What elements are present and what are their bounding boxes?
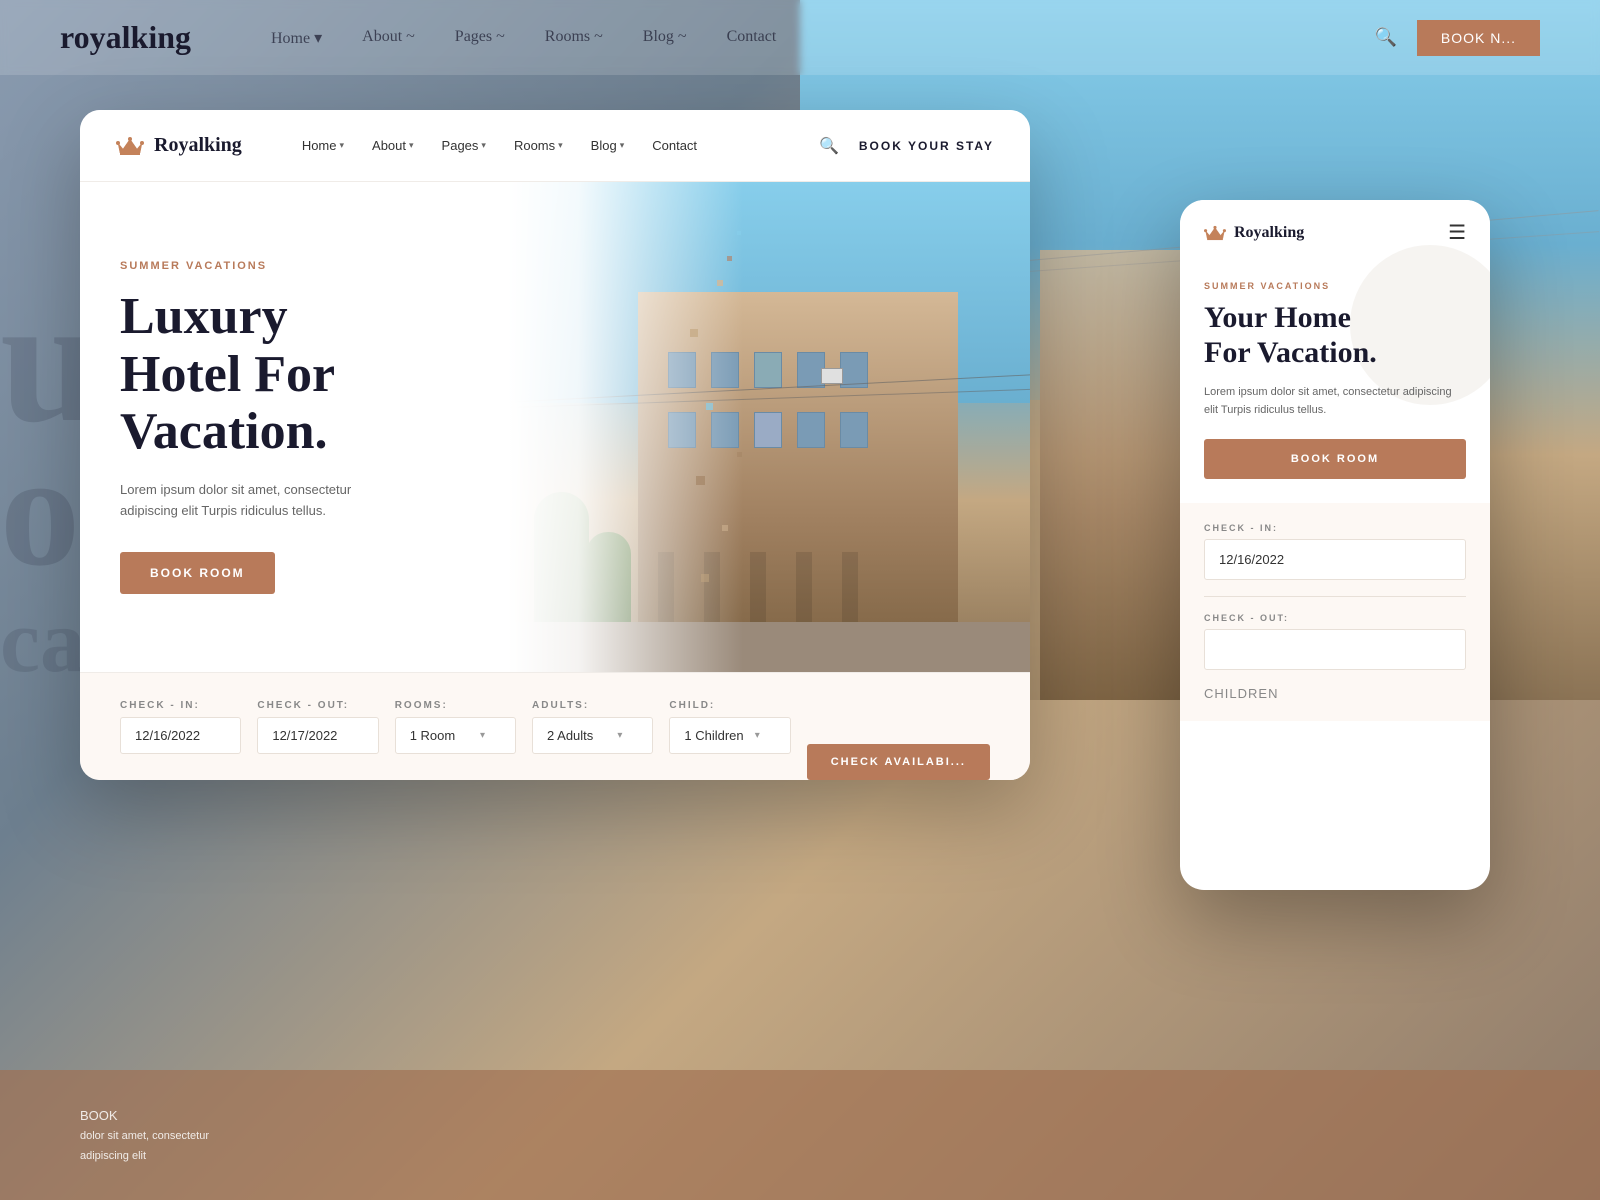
- crown-icon: [116, 135, 144, 157]
- bg-nav-contact: Contact: [727, 28, 777, 48]
- desktop-nav-home[interactable]: Home ▾: [302, 138, 344, 153]
- child-label: CHILD:: [669, 700, 790, 711]
- bg-search-icon: 🔍: [1374, 27, 1396, 48]
- pixel-6: [722, 525, 728, 531]
- children-label: Children: [1204, 686, 1466, 701]
- pixel-2: [690, 329, 698, 337]
- bg-subtitle-text: ca: [0, 590, 85, 693]
- mobile-checkout-field: CHECK - OUT:: [1204, 613, 1466, 670]
- desktop-hero-title: LuxuryHotel ForVacation.: [120, 288, 515, 460]
- bg-nav-links: Home ▾ About ~ Pages ~ Rooms ~ Blog ~ Co…: [271, 28, 1374, 48]
- adults-label: ADULTS:: [532, 700, 653, 711]
- desktop-nav-pages[interactable]: Pages ▾: [442, 138, 486, 153]
- checkin-input[interactable]: [120, 717, 241, 754]
- window-9: [797, 412, 825, 448]
- desktop-logo-area: Royalking: [116, 134, 242, 157]
- child-field: CHILD: 1 Children ▾: [669, 700, 790, 754]
- mobile-booking-section: CHECK - IN: CHECK - OUT: Children: [1180, 503, 1490, 721]
- mobile-logo-text: Royalking: [1234, 224, 1304, 242]
- checkout-label: CHECK - OUT:: [257, 700, 378, 711]
- desktop-book-room-button[interactable]: BOOK ROOM: [120, 552, 275, 594]
- mobile-hero-section: SUMMER VACATIONS Your HomeFor Vacation. …: [1180, 265, 1490, 503]
- desktop-search-icon[interactable]: 🔍: [819, 136, 839, 156]
- rooms-field: ROOMS: 1 Room ▾: [395, 700, 516, 754]
- checkout-input[interactable]: [257, 717, 378, 754]
- pixel-5: [696, 476, 705, 485]
- checkin-field: CHECK - IN:: [120, 700, 241, 754]
- bg-navbar: royalking Home ▾ About ~ Pages ~ Rooms ~…: [0, 0, 1600, 75]
- bg-bottom-text: BOOKdolor sit amet, consecteturadipiscin…: [80, 1106, 209, 1165]
- checkin-label: CHECK - IN:: [120, 700, 241, 711]
- mobile-checkin-field: CHECK - IN:: [1204, 523, 1466, 580]
- mobile-logo-area: Royalking: [1204, 224, 1304, 242]
- bg-nav-rooms: Rooms ~: [545, 28, 603, 48]
- child-select[interactable]: 1 Children ▾: [669, 717, 790, 754]
- pixel-3: [727, 256, 732, 261]
- child-chevron-icon: ▾: [755, 730, 760, 741]
- pixel-4: [706, 403, 713, 410]
- mobile-crown-icon: [1204, 224, 1226, 242]
- pixel-1: [717, 280, 723, 286]
- bg-logo-text: royalking: [60, 19, 191, 56]
- mobile-mockup-card: Royalking ☰ SUMMER VACATIONS Your HomeFo…: [1180, 200, 1490, 890]
- desktop-book-stay-button[interactable]: BOOK YOUR STAY: [859, 139, 994, 153]
- mobile-checkout-input[interactable]: [1204, 629, 1466, 670]
- desktop-nav-about[interactable]: About ▾: [372, 138, 414, 153]
- adults-field: ADULTS: 2 Adults ▾: [532, 700, 653, 754]
- desktop-card-hero: SUMMER VACATIONS LuxuryHotel ForVacation…: [80, 182, 1030, 672]
- desktop-nav-links: Home ▾ About ▾ Pages ▾ Rooms ▾ Blog ▾ Co…: [302, 138, 819, 153]
- window-3: [754, 352, 782, 388]
- window-10: [840, 412, 868, 448]
- pixel-7: [701, 574, 709, 582]
- mobile-checkin-input[interactable]: [1204, 539, 1466, 580]
- desktop-summer-tag: SUMMER VACATIONS: [120, 260, 515, 272]
- cable-car: [821, 368, 843, 384]
- window-8: [754, 412, 782, 448]
- desktop-nav-rooms[interactable]: Rooms ▾: [514, 138, 563, 153]
- mobile-checkin-label: CHECK - IN:: [1204, 523, 1466, 533]
- mobile-hero-title: Your HomeFor Vacation.: [1204, 301, 1466, 370]
- desktop-hero-description: Lorem ipsum dolor sit amet, consectetur …: [120, 480, 400, 522]
- rooms-label: ROOMS:: [395, 700, 516, 711]
- mobile-hero-content: SUMMER VACATIONS Your HomeFor Vacation. …: [1204, 265, 1466, 479]
- mobile-menu-icon[interactable]: ☰: [1448, 220, 1466, 245]
- mobile-checkout-label: CHECK - OUT:: [1204, 613, 1466, 623]
- desktop-booking-bar: CHECK - IN: CHECK - OUT: ROOMS: 1 Room ▾…: [80, 672, 1030, 780]
- desktop-logo-text: Royalking: [154, 134, 242, 157]
- bg-nav-home: Home ▾: [271, 28, 322, 48]
- mobile-summer-tag: SUMMER VACATIONS: [1204, 281, 1466, 291]
- rooms-select[interactable]: 1 Room ▾: [395, 717, 516, 754]
- desktop-mockup-card: Royalking Home ▾ About ▾ Pages ▾ Rooms ▾…: [80, 110, 1030, 780]
- adults-chevron-icon: ▾: [617, 730, 622, 741]
- check-availability-button[interactable]: CHECK AVAILABI...: [807, 744, 990, 780]
- mobile-divider: [1204, 596, 1466, 597]
- bg-bottom-bar: BOOKdolor sit amet, consecteturadipiscin…: [0, 1070, 1600, 1200]
- pixel-9: [737, 452, 742, 457]
- desktop-nav-blog[interactable]: Blog ▾: [591, 138, 625, 153]
- bg-nav-pages: Pages ~: [455, 28, 505, 48]
- desktop-hero-image: [508, 182, 1031, 672]
- bg-nav-about: About ~: [362, 28, 415, 48]
- bg-nav-blog: Blog ~: [643, 28, 687, 48]
- checkout-field: CHECK - OUT:: [257, 700, 378, 754]
- adults-select[interactable]: 2 Adults ▾: [532, 717, 653, 754]
- desktop-card-nav: Royalking Home ▾ About ▾ Pages ▾ Rooms ▾…: [80, 110, 1030, 182]
- rooms-chevron-icon: ▾: [480, 730, 485, 741]
- pixel-8: [737, 231, 741, 235]
- desktop-nav-contact[interactable]: Contact: [652, 138, 697, 153]
- mobile-hero-description: Lorem ipsum dolor sit amet, consectetur …: [1204, 384, 1466, 419]
- bg-book-button[interactable]: BOOK N...: [1417, 20, 1540, 56]
- desktop-hero-content: SUMMER VACATIONS LuxuryHotel ForVacation…: [80, 182, 555, 672]
- mobile-book-room-button[interactable]: BOOK ROOM: [1204, 439, 1466, 479]
